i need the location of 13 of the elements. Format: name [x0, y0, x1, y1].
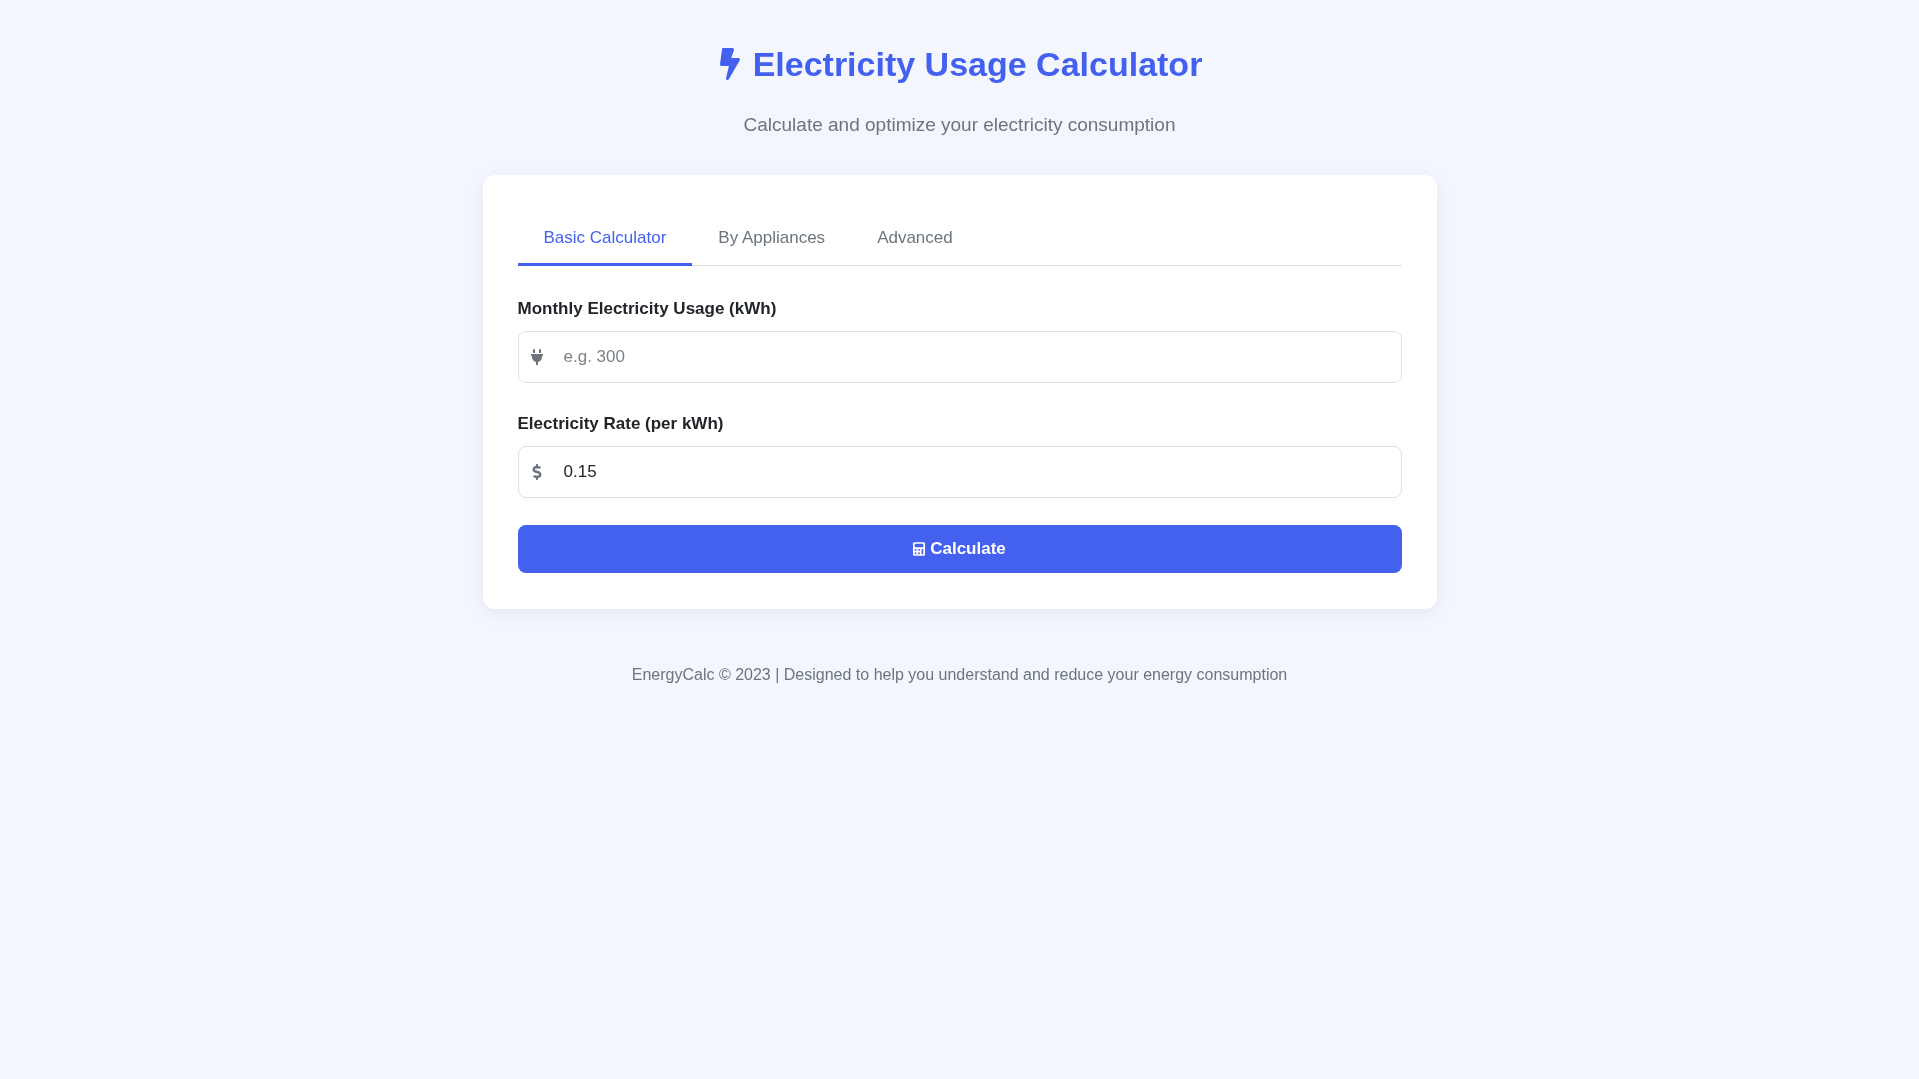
input-field[interactable]: 0.15: [517, 446, 1402, 498]
page-subtitle: Calculate and optimize your electricity consumption: [743, 113, 1176, 137]
tab[interactable]: By Appliances: [692, 210, 852, 266]
footer-text: EnergyCalc © 2023 | Designed to help you understand and reduce your energy consumption: [631, 665, 1288, 685]
field-label: Monthly Electricity Usage (kWh): [517, 298, 778, 320]
calculator-icon: [913, 541, 926, 557]
calculate-button[interactable]: Calculate: [517, 525, 1402, 573]
page-title: Electricity Usage Calculator: [752, 44, 1203, 85]
field-label: Electricity Rate (per kWh): [517, 413, 725, 435]
plug-icon: [529, 349, 544, 365]
tab[interactable]: Basic Calculator: [517, 210, 693, 266]
input-field[interactable]: e.g. 300: [517, 331, 1402, 383]
tab[interactable]: Advanced: [851, 210, 979, 266]
